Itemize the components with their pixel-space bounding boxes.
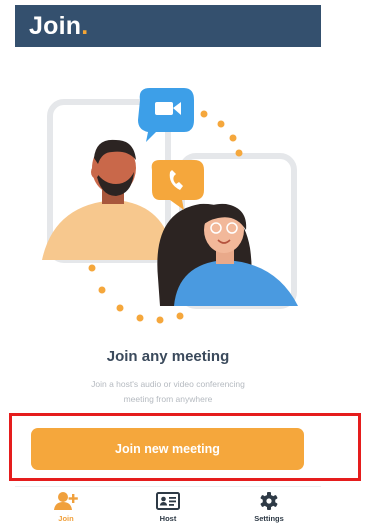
- nav-label-host: Host: [159, 514, 177, 523]
- page-subtitle: Join a host's audio or video conferencin…: [91, 379, 245, 404]
- nav-label-join: Join: [58, 514, 74, 523]
- meeting-illustration: [42, 88, 298, 324]
- woman-figure: [157, 203, 298, 306]
- bottom-nav: Join Host Settings: [15, 486, 321, 524]
- id-card-icon: [156, 492, 180, 510]
- join-new-meeting-button[interactable]: Join new meeting: [31, 428, 304, 470]
- add-user-icon: [54, 492, 78, 510]
- man-figure: [42, 139, 174, 260]
- page-title: Join any meeting: [106, 348, 230, 365]
- nav-item-host[interactable]: Host: [133, 491, 203, 524]
- gear-icon: [260, 492, 278, 510]
- nav-item-join[interactable]: Join: [31, 491, 101, 524]
- app-logo: Join.: [29, 11, 89, 40]
- dotted-arc-top: [200, 110, 243, 157]
- nav-label-settings: Settings: [254, 514, 284, 523]
- app-header: Join.: [15, 5, 321, 47]
- phone-bubble: [151, 160, 204, 210]
- nav-item-settings[interactable]: Settings: [234, 491, 304, 524]
